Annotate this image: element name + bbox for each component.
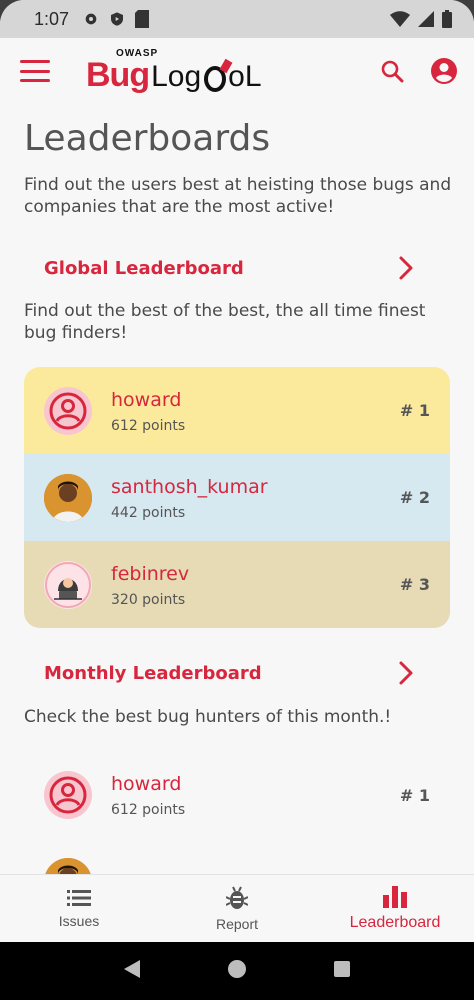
nav-label: Leaderboard <box>349 913 441 931</box>
global-leaderboard-link[interactable]: Global Leaderboard <box>44 250 414 286</box>
status-time: 1:07 <box>34 8 70 29</box>
chevron-right-icon <box>399 256 413 280</box>
leaderboard-row[interactable]: santhosh_kumar 442 points # 2 <box>24 454 450 541</box>
leaderboard-row[interactable]: febinrev 320 points # 3 <box>24 541 450 628</box>
search-icon <box>381 60 404 83</box>
account-button[interactable] <box>430 57 458 85</box>
username: santhosh_kumar <box>111 475 268 498</box>
monthly-leaderboard-link[interactable]: Monthly Leaderboard <box>44 655 414 691</box>
app-logo[interactable]: OWASP Bug Log oL <box>86 48 262 92</box>
nav-issues[interactable]: Issues <box>0 875 158 942</box>
logo-magnifier-icon <box>204 66 227 92</box>
rank: # 3 <box>399 575 430 594</box>
chevron-right-icon <box>399 661 413 685</box>
rank: # 1 <box>399 785 430 805</box>
bar-chart-icon <box>383 885 407 908</box>
points: 442 points <box>111 504 186 521</box>
menu-icon-line <box>20 79 50 82</box>
back-triangle-icon <box>124 960 140 978</box>
user-photo <box>44 473 92 522</box>
username: howard <box>111 773 182 795</box>
avatar <box>44 473 92 522</box>
monthly-leaderboard-row[interactable]: santhosh_kumar <box>24 842 450 874</box>
menu-icon-line <box>20 60 50 63</box>
avatar <box>44 560 92 609</box>
points: 612 points <box>111 417 186 434</box>
nav-label: Issues <box>58 912 100 929</box>
monthly-leaderboard-title: Monthly Leaderboard <box>44 662 262 684</box>
avatar <box>44 858 92 874</box>
leaderboard-row[interactable]: howard 612 points # 1 <box>24 367 450 454</box>
default-user-icon <box>49 392 87 429</box>
global-leaderboard-description: Find out the best of the best, the all t… <box>24 301 426 343</box>
bug-icon <box>226 886 248 909</box>
page-title: Leaderboards <box>24 118 271 159</box>
battery-icon <box>442 10 452 28</box>
menu-icon-line <box>20 69 50 73</box>
status-bar: 1:07 <box>0 0 474 38</box>
username: howard <box>111 388 182 411</box>
default-user-icon <box>49 776 87 814</box>
search-button[interactable] <box>380 59 404 83</box>
phone-screen: 1:07 OWASP Bug Log oL Leaderboards Find … <box>0 0 474 1000</box>
bottom-navigation: Issues Report Leaderboard <box>0 874 474 942</box>
rank: # 1 <box>399 401 430 420</box>
system-navigation-bar <box>0 942 474 1000</box>
points: 320 points <box>111 591 186 608</box>
monthly-leaderboard-description: Check the best bug hunters of this month… <box>24 707 392 727</box>
global-leaderboard-title: Global Leaderboard <box>44 257 244 279</box>
avatar <box>44 386 92 435</box>
settings-icon <box>85 13 97 25</box>
recents-button[interactable] <box>333 960 351 982</box>
user-photo <box>44 858 92 874</box>
signal-icon <box>418 11 434 27</box>
home-circle-icon <box>228 960 246 978</box>
wifi-icon <box>390 11 410 27</box>
sd-card-icon <box>135 10 150 28</box>
global-leaderboard-list: howard 612 points # 1 santhosh_kumar 442… <box>24 367 450 628</box>
monthly-leaderboard-row[interactable]: howard 612 points # 1 <box>24 755 450 835</box>
nav-report[interactable]: Report <box>158 875 316 942</box>
logo-log-text: Log <box>151 60 202 93</box>
avatar <box>44 771 92 819</box>
points: 612 points <box>111 802 186 818</box>
back-button[interactable] <box>123 959 141 983</box>
shield-icon <box>111 12 124 26</box>
list-icon <box>67 889 91 906</box>
nav-label: Report <box>215 915 259 932</box>
logo-owasp-text: OWASP <box>116 48 159 59</box>
leaderboards-content[interactable]: Leaderboards Find out the users best at … <box>0 104 474 874</box>
home-button[interactable] <box>227 959 247 983</box>
account-circle-icon <box>431 58 457 84</box>
rank: # 2 <box>399 488 430 507</box>
menu-button[interactable] <box>20 60 50 82</box>
logo-bug-text: Bug <box>86 56 150 94</box>
nav-leaderboard[interactable]: Leaderboard <box>316 875 474 942</box>
username: febinrev <box>111 562 190 585</box>
recents-square-icon <box>334 961 350 977</box>
logo-ool-text: oL <box>228 60 262 93</box>
hacker-illustration-icon <box>45 561 91 608</box>
app-bar: OWASP Bug Log oL <box>0 38 474 104</box>
page-description: Find out the users best at heisting thos… <box>24 175 452 217</box>
